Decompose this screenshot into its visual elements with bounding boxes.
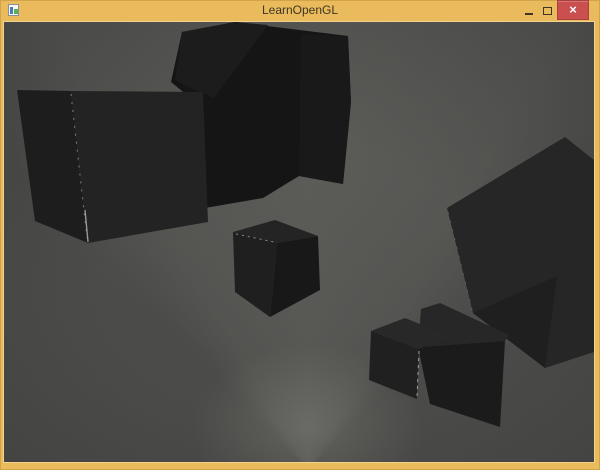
cube-center-small-left-face (233, 232, 277, 317)
scene-svg (4, 22, 594, 462)
cube-center-small-right-face (270, 236, 320, 317)
window-titlebar[interactable]: LearnOpenGL × (0, 0, 600, 22)
close-icon: × (569, 1, 577, 19)
opengl-viewport[interactable] (4, 22, 594, 462)
cube-center-small (233, 220, 320, 317)
maximize-button[interactable] (538, 0, 556, 20)
minimize-icon (525, 13, 533, 15)
maximize-icon (543, 7, 552, 15)
cube-back-large-right-face (299, 34, 351, 184)
minimize-button[interactable] (520, 0, 538, 20)
cube-left-large (17, 90, 208, 243)
app-window: LearnOpenGL × (0, 0, 600, 470)
cube-left-large-front-face (71, 91, 208, 243)
window-title: LearnOpenGL (0, 0, 600, 22)
cube-bottom-right-large-front-face (418, 341, 505, 427)
close-button[interactable]: × (557, 0, 589, 20)
